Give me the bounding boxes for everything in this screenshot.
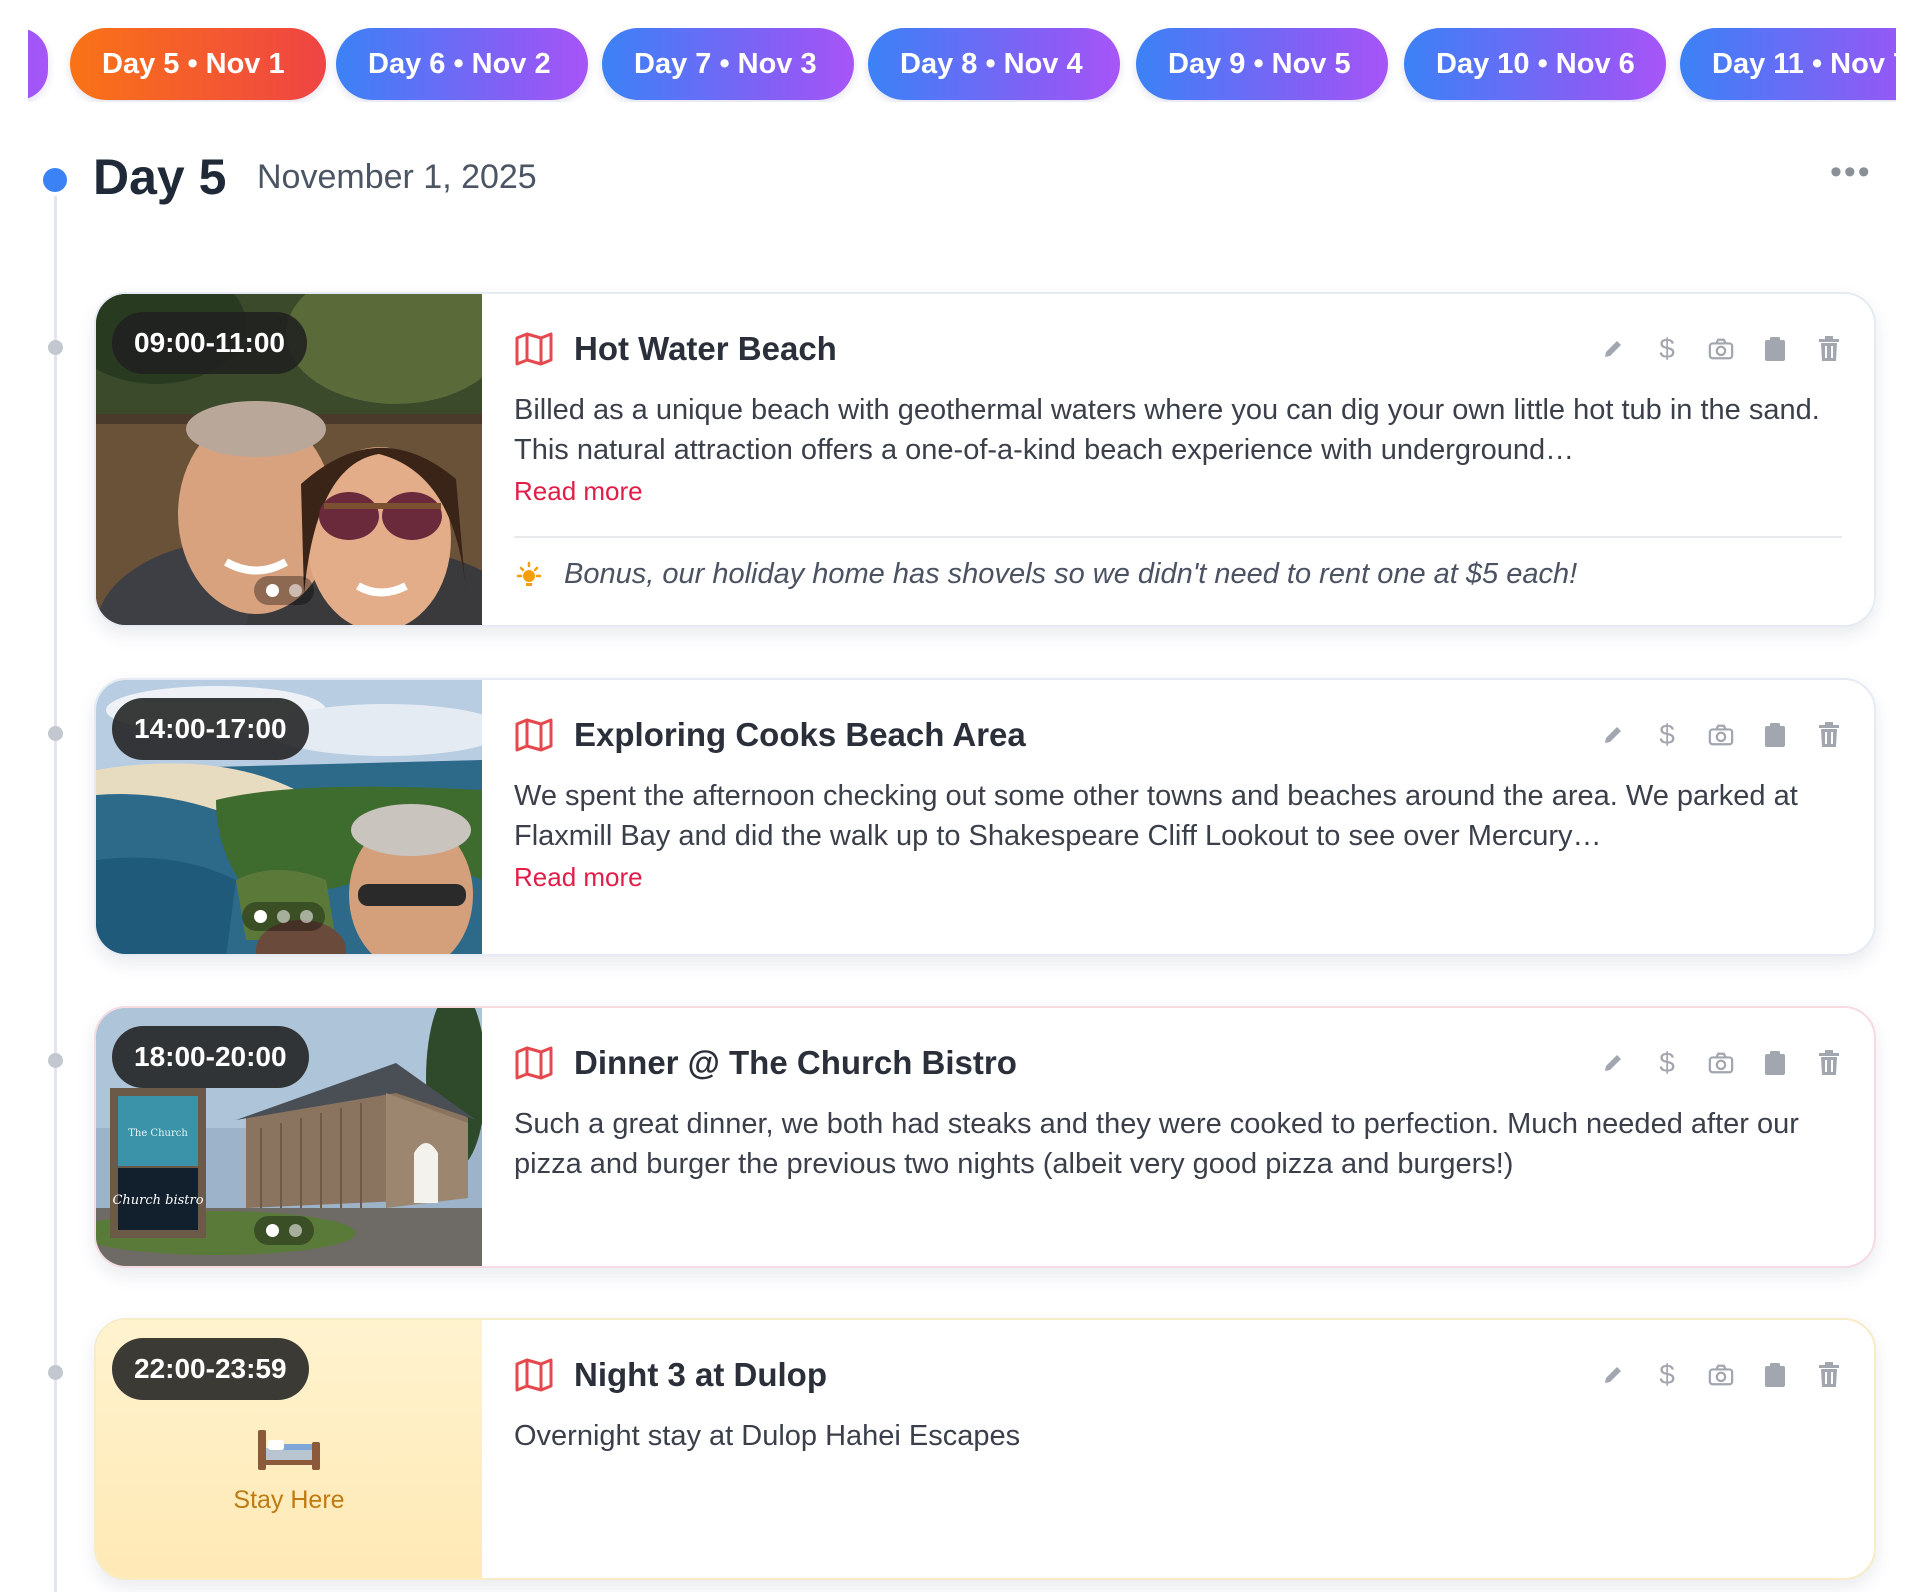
camera-icon[interactable] [1708, 722, 1734, 748]
tab-day-8[interactable]: Day 8 • Nov 4 [868, 28, 1120, 100]
activity-description: Such a great dinner, we both had steaks … [514, 1108, 1799, 1180]
activity-description: We spent the afternoon checking out some… [514, 780, 1798, 852]
timeline-node [48, 340, 63, 355]
tab-label: Day 11 • Nov 7 [1712, 47, 1896, 80]
dollar-icon[interactable]: $ [1654, 1359, 1680, 1390]
bed-icon [258, 1430, 320, 1470]
clipboard-icon[interactable] [1762, 336, 1788, 362]
photo-carousel-dots[interactable] [254, 1216, 314, 1245]
read-more-link[interactable]: Read more [514, 476, 643, 507]
read-more-link[interactable]: Read more [514, 862, 643, 893]
tab-day-5[interactable]: Day 5 • Nov 1 [70, 28, 326, 100]
photo-carousel-dots[interactable] [242, 902, 325, 931]
tab-day-4[interactable] [28, 28, 48, 100]
dollar-icon[interactable]: $ [1654, 719, 1680, 750]
trash-icon[interactable] [1816, 1050, 1842, 1076]
map-icon [515, 718, 553, 752]
activity-photo[interactable]: 09:00-11:00 [96, 294, 482, 625]
map-icon [515, 1358, 553, 1392]
dollar-icon[interactable]: $ [1654, 1047, 1680, 1078]
clipboard-icon[interactable] [1762, 1362, 1788, 1388]
activity-card-hot-water-beach[interactable]: 09:00-11:00 Hot Water Beach $ Billed as … [94, 292, 1876, 627]
camera-icon[interactable] [1708, 1050, 1734, 1076]
day-tabs: Day 5 • Nov 1 Day 6 • Nov 2 Day 7 • Nov … [28, 28, 1896, 102]
tab-label: Day 9 • Nov 5 [1168, 47, 1351, 80]
pencil-icon[interactable] [1600, 336, 1626, 362]
activity-actions: $ [1600, 1047, 1842, 1078]
tab-label: Day 8 • Nov 4 [900, 47, 1083, 80]
map-icon [515, 1046, 553, 1080]
activity-photo[interactable]: The Church Church bistro 18:00-20:00 [96, 1008, 482, 1266]
time-badge: 14:00-17:00 [112, 698, 309, 760]
photo-carousel-dots[interactable] [254, 576, 314, 605]
activity-card-cooks-beach[interactable]: 14:00-17:00 Exploring Cooks Beach Area $… [94, 678, 1876, 956]
tip-text: Bonus, our holiday home has shovels so w… [564, 558, 1578, 590]
activity-title: Night 3 at Dulop [574, 1356, 827, 1393]
day-dot [43, 168, 67, 192]
pencil-icon[interactable] [1600, 1362, 1626, 1388]
activity-card-night-stay[interactable]: 22:00-23:59 Stay Here Night 3 at Dulop $… [94, 1318, 1876, 1580]
day-title: Day 5 [93, 149, 227, 205]
activity-title: Hot Water Beach [574, 330, 837, 367]
trash-icon[interactable] [1816, 336, 1842, 362]
camera-icon[interactable] [1708, 336, 1734, 362]
activity-photo[interactable]: 14:00-17:00 [96, 680, 482, 954]
timeline-node [48, 1365, 63, 1380]
divider [514, 536, 1842, 538]
tab-day-9[interactable]: Day 9 • Nov 5 [1136, 28, 1388, 100]
activity-title: Dinner @ The Church Bistro [574, 1044, 1017, 1081]
time-badge: 09:00-11:00 [112, 312, 308, 374]
day-date: November 1, 2025 [257, 158, 537, 196]
tab-day-6[interactable]: Day 6 • Nov 2 [336, 28, 588, 100]
more-options-button[interactable]: ••• [1830, 155, 1872, 189]
stay-here-label: Stay Here [233, 1486, 345, 1514]
clipboard-icon[interactable] [1762, 1050, 1788, 1076]
time-badge: 22:00-23:59 [112, 1338, 309, 1400]
activity-description: Overnight stay at Dulop Hahei Escapes [514, 1420, 1021, 1452]
tip-row: Bonus, our holiday home has shovels so w… [514, 558, 1577, 591]
activity-description: Billed as a unique beach with geothermal… [514, 394, 1820, 466]
pencil-icon[interactable] [1600, 722, 1626, 748]
tab-label: Day 7 • Nov 3 [634, 47, 817, 80]
svg-text:The Church: The Church [128, 1128, 188, 1139]
timeline-node [48, 1053, 63, 1068]
activity-actions: $ [1600, 333, 1842, 364]
tab-label: Day 6 • Nov 2 [368, 47, 551, 80]
tab-day-11[interactable]: Day 11 • Nov 7 [1680, 28, 1896, 100]
activity-card-church-bistro[interactable]: The Church Church bistro 18:00-20:00 Din… [94, 1006, 1876, 1268]
tab-day-10[interactable]: Day 10 • Nov 6 [1404, 28, 1666, 100]
clipboard-icon[interactable] [1762, 722, 1788, 748]
dollar-icon[interactable]: $ [1654, 333, 1680, 364]
tab-day-7[interactable]: Day 7 • Nov 3 [602, 28, 854, 100]
stay-panel[interactable]: 22:00-23:59 Stay Here [96, 1320, 482, 1578]
tab-label: Day 5 • Nov 1 [102, 47, 285, 80]
activity-title: Exploring Cooks Beach Area [574, 716, 1026, 753]
tab-label: Day 10 • Nov 6 [1436, 47, 1635, 80]
activity-actions: $ [1600, 1359, 1842, 1390]
timeline-line [54, 196, 57, 1592]
timeline-node [48, 726, 63, 741]
sign-text: Church bistro [112, 1193, 203, 1208]
trash-icon[interactable] [1816, 722, 1842, 748]
camera-icon[interactable] [1708, 1362, 1734, 1388]
lightbulb-icon [516, 561, 542, 586]
activity-actions: $ [1600, 719, 1842, 750]
time-badge: 18:00-20:00 [112, 1026, 309, 1088]
pencil-icon[interactable] [1600, 1050, 1626, 1076]
trash-icon[interactable] [1816, 1362, 1842, 1388]
map-icon [515, 332, 553, 366]
